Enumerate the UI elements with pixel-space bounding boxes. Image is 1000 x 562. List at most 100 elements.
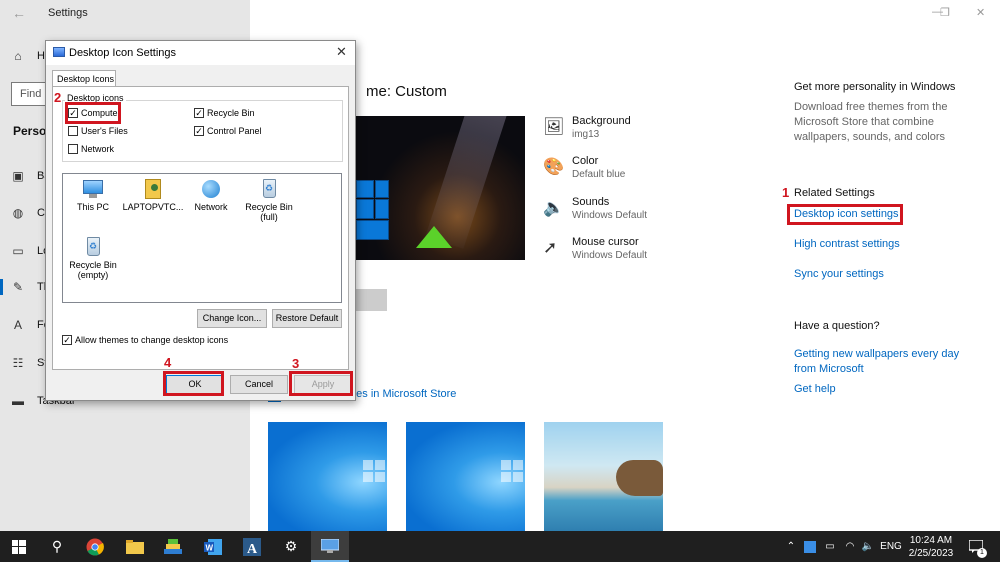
list-item-recycle-bin-full[interactable]: Recycle Bin (full) [241,178,297,222]
wallpapers-link[interactable]: Getting new wallpapers every day from Mi… [794,347,969,377]
tray-app-icon[interactable] [802,531,818,562]
windows-start-icon[interactable] [0,531,38,562]
desktop-icon-settings-icon [53,47,65,57]
file-explorer-icon[interactable] [116,531,154,562]
notification-icon[interactable]: 1 [964,531,988,562]
close-icon[interactable]: ✕ [336,44,347,60]
palette-icon: 🎨 [543,157,565,176]
current-theme-title: me: Custom [366,83,447,100]
checkbox-label: Control Panel [207,126,262,136]
settings-gear-icon[interactable]: ⚙ [272,531,310,562]
clock-time: 10:24 AM [909,535,953,546]
dialog-titlebar[interactable]: Desktop Icon Settings ✕ [46,41,355,65]
app-title: Settings [48,7,88,19]
desktop-icon-settings-dialog: Desktop Icon Settings ✕ Desktop Icons De… [45,40,356,401]
clock[interactable]: 10:24 AM 2/25/2023 [905,534,957,560]
volume-icon[interactable]: 🔈 [860,531,876,562]
user-folder-icon [142,178,164,200]
change-icon-button[interactable]: Change Icon... [197,309,267,328]
step-4-label: 4 [164,355,172,370]
checkbox-box [68,144,78,154]
search-icon[interactable]: ⚲ [38,531,76,562]
picture-icon: 🖼 [543,117,565,136]
check-icon: ✓ [194,125,204,136]
property-title: Sounds [572,196,610,208]
network-checkbox[interactable]: Network [68,144,114,154]
cancel-button[interactable]: Cancel [230,375,288,394]
tab-desktop-icons[interactable]: Desktop Icons [52,70,116,87]
get-themes-store-link[interactable]: mes in Microsoft Store [347,388,456,400]
property-value: img13 [572,129,600,140]
property-value: Windows Default [572,210,648,221]
step-3-label: 3 [292,356,300,371]
property-value: Default blue [572,169,626,180]
back-arrow-icon[interactable]: ← [12,5,26,21]
picture-icon: ▣ [12,169,24,183]
get-help-link[interactable]: Get help [794,383,836,395]
recycle-bin-full-icon [258,178,280,200]
property-title: Mouse cursor [572,236,639,248]
desktop-icon-settings-app-icon[interactable] [311,531,349,562]
control-panel-checkbox[interactable]: ✓ Control Panel [194,126,262,136]
recycle-bin-empty-icon [82,236,104,258]
theme-thumbnail-windows-light[interactable] [406,422,525,531]
step-1-highlight [787,204,903,225]
font-app-icon[interactable]: A [233,531,271,562]
battery-icon[interactable]: ▭ [822,531,838,562]
save-theme-button[interactable] [356,289,387,311]
network-icon [200,178,222,200]
list-item-this-pc[interactable]: This PC [65,178,121,212]
restore-icon[interactable]: ❐ [940,6,950,19]
theme-thumbnail-beach[interactable] [544,422,663,531]
step-2-highlight [65,102,121,124]
step-4-highlight [163,371,224,396]
computer-icon [82,178,104,200]
personality-heading: Get more personality in Windows [794,81,956,93]
list-item-network[interactable]: Network [183,178,239,212]
restore-default-button[interactable]: Restore Default [272,309,342,328]
question-heading: Have a question? [794,320,880,332]
wifi-icon[interactable]: ◠ [842,531,858,562]
theme-thumbnail-windows[interactable] [268,422,387,531]
personality-description: Download free themes from the Microsoft … [794,101,948,143]
checkbox-label: User's Files [81,126,128,136]
taskbar-icon: ▬ [12,394,24,408]
property-value: Windows Default [572,250,648,261]
start-icon: ☷ [12,356,24,370]
desktop-icon-list[interactable]: This PC LAPTOPVTC... Network Recycle Bin… [62,173,342,303]
close-icon[interactable]: ✕ [976,6,985,19]
step-2-label: 2 [54,90,62,105]
property-title: Color [572,155,599,167]
home-icon: ⌂ [14,49,22,63]
bluestacks-icon[interactable] [154,531,192,562]
related-settings-heading: Related Settings [794,187,875,199]
list-item-recycle-bin-empty[interactable]: Recycle Bin (empty) [65,236,121,280]
property-title: Background [572,115,631,127]
icon-label: Recycle Bin (empty) [69,260,117,280]
allow-themes-checkbox[interactable]: ✓ Allow themes to change desktop icons [62,335,228,345]
step-1-label: 1 [782,185,790,200]
checkbox-label: Recycle Bin [207,108,255,118]
nav-home-label: H [37,50,45,62]
theme-preview-image [356,116,525,260]
users-files-checkbox[interactable]: User's Files [68,126,128,136]
chevron-up-icon[interactable]: ⌃ [784,531,798,562]
icon-label: This PC [76,202,109,212]
step-3-highlight [289,371,353,396]
sync-settings-link[interactable]: Sync your settings [794,268,884,280]
palette-icon: ◍ [12,206,24,220]
themes-icon: ✎ [12,280,24,294]
list-item-user-files[interactable]: LAPTOPVTC... [122,178,184,212]
high-contrast-settings-link[interactable]: High contrast settings [794,238,900,250]
fonts-icon: A [13,318,22,332]
word-icon[interactable]: W [194,531,232,562]
recycle-bin-checkbox[interactable]: ✓ Recycle Bin [194,108,255,118]
taskbar: ⚲ W A ⚙ ⌃ ▭ ◠ 🔈 ENG 10:24 AM 2/25/2023 1 [0,531,1000,562]
checkbox-label: Allow themes to change desktop icons [75,335,229,345]
svg-text:A: A [247,542,258,556]
speaker-icon: 🔈 [543,198,565,217]
lock-screen-icon: ▭ [12,244,24,258]
language-indicator[interactable]: ENG [878,531,904,562]
svg-text:W: W [206,543,214,552]
chrome-icon[interactable] [76,531,114,562]
